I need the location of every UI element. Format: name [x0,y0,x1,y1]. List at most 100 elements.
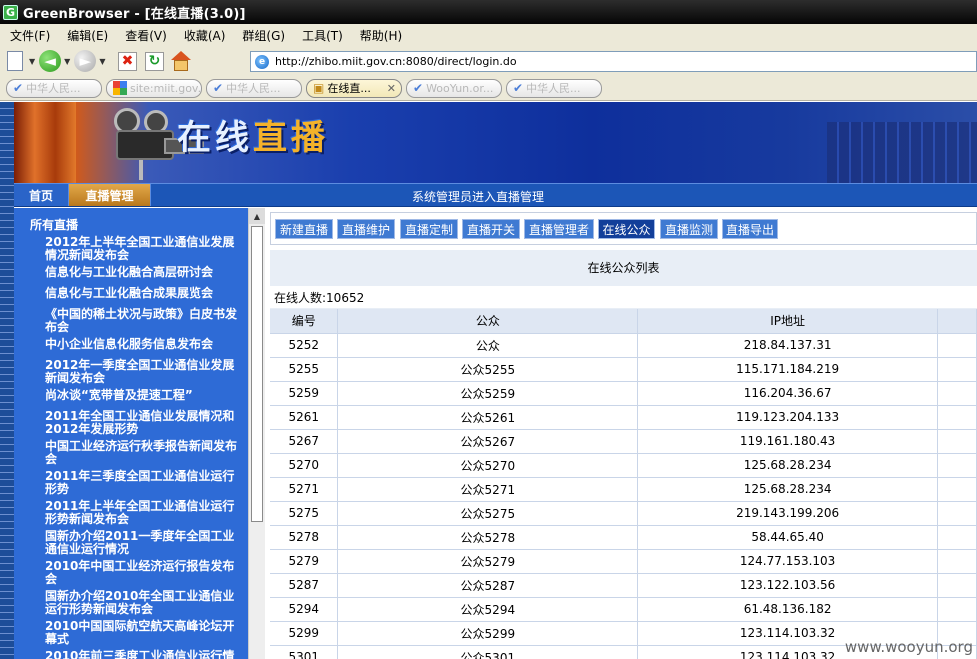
sidebar-item[interactable]: 中小企业信息化服务信息发布会 [45,338,245,351]
tab-check-icon: ✔ [413,81,424,95]
table-row: 5279 公众5279 124.77.153.103 [270,548,977,573]
nav-home-link[interactable]: 首页 [14,184,69,206]
new-page-button[interactable] [3,49,27,73]
cell-id: 5299 [270,620,339,645]
sidebar-item[interactable]: 2012年上半年全国工业通信业发展情况新闻发布会 [45,236,245,262]
tab-label: site:miit.gov... [130,81,202,95]
home-icon [170,51,192,71]
live-managers-button[interactable]: 直播管理者 [524,219,594,239]
banner-title-part2: 直播 [253,118,329,158]
table-row: 5278 公众5278 58.44.65.40 [270,524,977,549]
cell-id: 5275 [270,500,339,525]
browser-tab-3[interactable]: ✔ 中华人民... [206,78,302,98]
browser-tab-2[interactable]: site:miit.gov... [106,78,202,98]
cell-audience: 公众5301 [337,644,639,659]
back-dropdown-icon[interactable]: ▼ [64,57,70,66]
cell-audience: 公众 [337,332,639,357]
browser-tab-6[interactable]: ✔ 中华人民... [506,78,602,98]
table-row: 5275 公众5275 219.143.199.206 [270,500,977,525]
sidebar-scrollbar[interactable]: ▲ [248,208,265,659]
site-nav-bar: 首页 直播管理 系统管理员进入直播管理 [14,183,977,207]
table-row: 5252 公众 218.84.137.31 [270,332,977,357]
sidebar-item[interactable]: 国新办介绍2010年全国工业通信业运行形势新闻发布会 [45,590,245,616]
cell-id: 5301 [270,644,339,659]
back-button[interactable]: ◄ [38,49,62,73]
forward-button[interactable]: ► [73,49,97,73]
tab-check-icon: ✔ [13,81,24,95]
cell-ip: 125.68.28.234 [637,452,939,477]
browser-tab-4-active[interactable]: ▣ 在线直... ✕ [306,78,402,98]
live-export-button[interactable]: 直播导出 [722,219,778,239]
cell-id: 5271 [270,476,339,501]
cell-extra [937,572,977,597]
menu-tools[interactable]: 工具(T) [302,27,343,44]
refresh-icon: ↻ [144,51,164,71]
live-monitor-button[interactable]: 直播监测 [660,219,718,239]
audience-table: 编号 公众 IP地址 5252 公众 218.84.137.31 5255 公众5255… [270,309,977,659]
browser-tab-5[interactable]: ✔ WooYun.or... [406,78,502,98]
watermark: www.wooyun.org [844,638,973,656]
back-arrow-icon: ◄ [39,50,62,72]
refresh-button[interactable]: ↻ [142,49,166,73]
browser-tab-1[interactable]: ✔ 中华人民... [6,78,102,98]
sidebar-item[interactable]: 《中国的稀土状况与政策》白皮书发布会 [45,308,245,334]
cell-audience: 公众5299 [337,620,639,645]
cell-ip: 124.77.153.103 [637,548,939,573]
tab-label: 中华人民... [226,82,281,95]
live-switch-button[interactable]: 直播开关 [462,219,520,239]
table-row: 5261 公众5261 119.123.204.133 [270,404,977,429]
table-row: 5255 公众5255 115.171.184.219 [270,356,977,381]
live-list-sidebar: 所有直播 2012年上半年全国工业通信业发展情况新闻发布会 信息化与工业化融合高… [14,208,248,659]
table-row: 5267 公众5267 119.161.180.43 [270,428,977,453]
cell-id: 5279 [270,548,339,573]
left-decor-strip [0,102,14,659]
live-maintenance-button[interactable]: 直播维护 [337,219,395,239]
menu-favorites[interactable]: 收藏(A) [184,27,226,44]
scroll-thumb[interactable] [251,226,263,522]
audience-list-panel: 在线公众列表 在线人数:10652 编号 公众 IP地址 5252 公众 218.8… [270,250,977,659]
menu-help[interactable]: 帮助(H) [360,27,402,44]
cell-ip: 61.48.136.182 [637,596,939,621]
main-content: 新建直播 直播维护 直播定制 直播开关 直播管理者 在线公众 直播监测 直播导出… [270,212,977,659]
column-header-id: 编号 [270,309,339,333]
sidebar-item[interactable]: 信息化与工业化融合成果展览会 [45,287,245,300]
sidebar-item[interactable]: 2011年全国工业通信业发展情况和2012年发展形势 [45,410,245,436]
sidebar-item[interactable]: 2010中国国际航空航天高峰论坛开幕式 [45,620,245,646]
nav-live-management-link[interactable]: 直播管理 [69,184,151,206]
sidebar-item[interactable]: 2011年三季度全国工业通信业运行形势 [45,470,245,496]
banner-title-part1: 在线 [177,118,253,158]
sidebar-list: 2012年上半年全国工业通信业发展情况新闻发布会 信息化与工业化融合高层研讨会 … [45,236,245,659]
sidebar-item[interactable]: 信息化与工业化融合高层研讨会 [45,266,245,279]
table-row: 5287 公众5287 123.122.103.56 [270,572,977,597]
new-dropdown-icon[interactable]: ▼ [29,57,35,66]
web-page: 在线直播 首页 直播管理 系统管理员进入直播管理 所有直播 2012年上半年全国… [0,102,977,659]
greenbrowser-logo-icon: G [3,4,18,20]
home-button[interactable] [169,49,193,73]
scroll-up-arrow-icon[interactable]: ▲ [249,208,265,224]
cell-id: 5261 [270,404,339,429]
cell-audience: 公众5287 [337,572,639,597]
sidebar-item[interactable]: 2010年前三季度工业通信业运行情况 [45,650,245,659]
menu-file[interactable]: 文件(F) [10,27,50,44]
cell-extra [937,500,977,525]
online-count: 在线人数:10652 [270,286,977,308]
sidebar-item[interactable]: 尚冰谈“宽带普及提速工程” [45,389,245,402]
sidebar-item[interactable]: 国新办介绍2011一季度年全国工业通信业运行情况 [45,530,245,556]
tab-close-icon[interactable]: ✕ [387,82,396,95]
new-live-button[interactable]: 新建直播 [275,219,333,239]
stop-button[interactable]: ✖ [115,49,139,73]
forward-dropdown-icon[interactable]: ▼ [99,57,105,66]
menu-bar: 文件(F) 编辑(E) 查看(V) 收藏(A) 群组(G) 工具(T) 帮助(H… [0,24,977,46]
table-header-row: 编号 公众 IP地址 [270,309,977,333]
sidebar-item[interactable]: 2010年中国工业经济运行报告发布会 [45,560,245,586]
live-customize-button[interactable]: 直播定制 [400,219,458,239]
sidebar-item[interactable]: 2011年上半年全国工业通信业运行形势新闻发布会 [45,500,245,526]
menu-edit[interactable]: 编辑(E) [67,27,108,44]
menu-groups[interactable]: 群组(G) [242,27,285,44]
cell-extra [937,596,977,621]
sidebar-item[interactable]: 2012年一季度全国工业通信业发展新闻发布会 [45,359,245,385]
sidebar-item[interactable]: 中国工业经济运行秋季报告新闻发布会 [45,440,245,466]
online-audience-button[interactable]: 在线公众 [598,219,655,239]
address-bar[interactable]: e http://zhibo.miit.gov.cn:8080/direct/l… [250,51,977,72]
menu-view[interactable]: 查看(V) [125,27,167,44]
